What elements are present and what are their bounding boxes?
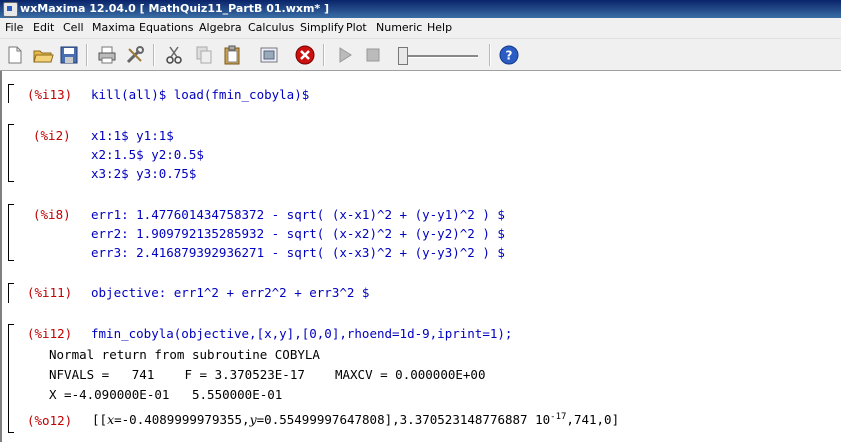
menu-bar: File Edit Cell Maxima Equations Algebra … (0, 18, 841, 39)
input-label: (%i12) (27, 326, 73, 341)
input-line[interactable]: x3:2$ y3:0.75$ (91, 164, 196, 183)
title-bar: wxMaxima 12.04.0 [ MathQuiz11_PartB 01.w… (0, 0, 841, 18)
menu-plot[interactable]: Plot (346, 21, 367, 34)
stop-icon[interactable] (362, 44, 384, 66)
menu-maxima[interactable]: Maxima (92, 21, 135, 34)
interrupt-icon[interactable] (294, 44, 316, 66)
menu-file[interactable]: File (5, 21, 23, 34)
input-label: (%i11) (27, 285, 73, 300)
menu-numeric[interactable]: Numeric (376, 21, 422, 34)
menu-simplify[interactable]: Simplify (300, 21, 344, 34)
input-line[interactable]: err3: 2.416879392936271 - sqrt( (x-x3)^2… (91, 243, 505, 262)
input-line[interactable]: err2: 1.909792135285932 - sqrt( (x-x2)^2… (91, 224, 505, 243)
cell-bracket[interactable] (8, 324, 14, 433)
slider-track (400, 55, 478, 58)
input-line[interactable]: x1:1$ y1:1$ (91, 126, 174, 145)
output-result: [[x=-0.4089999979355,y=0.55499997647808]… (92, 412, 619, 427)
menu-help[interactable]: Help (427, 21, 452, 34)
print-icon[interactable] (96, 44, 118, 66)
window-title: wxMaxima 12.04.0 [ MathQuiz11_PartB 01.w… (20, 2, 330, 15)
input-label: (%i8) (33, 207, 71, 222)
input-label: (%i2) (33, 128, 71, 143)
cell-bracket[interactable] (8, 124, 14, 182)
menu-cell[interactable]: Cell (63, 21, 84, 34)
input-line[interactable]: fmin_cobyla(objective,[x,y],[0,0],rhoend… (91, 324, 512, 343)
worksheet[interactable]: (%i13) kill(all)$ load(fmin_cobyla)$ (%i… (0, 71, 841, 442)
cell-bracket[interactable] (8, 84, 14, 103)
result-y-val: =0.55499997647808],3.370523148776887 10 (256, 412, 551, 428)
toolbar-separator (489, 44, 491, 66)
select-all-icon[interactable] (258, 44, 280, 66)
menu-algebra[interactable]: Algebra (199, 21, 242, 34)
toolbar-separator (323, 44, 325, 66)
result-exponent: -17 (550, 412, 567, 422)
result-tail: ,741,0] (566, 412, 620, 428)
output-text-line: Normal return from subroutine COBYLA (49, 347, 320, 362)
output-text-line: X =-4.090000E-01 5.550000E-01 (49, 387, 283, 402)
toolbar: ? (0, 39, 841, 71)
play-icon[interactable] (334, 44, 356, 66)
menu-calculus[interactable]: Calculus (248, 21, 294, 34)
preferences-icon[interactable] (124, 44, 146, 66)
paste-icon[interactable] (221, 44, 243, 66)
input-line[interactable]: objective: err1^2 + err2^2 + err3^2 $ (91, 283, 369, 302)
input-line[interactable]: err1: 1.477601434758372 - sqrt( (x-x1)^2… (91, 205, 505, 224)
result-x-val: =-0.4089999979355, (114, 412, 250, 428)
slider-thumb[interactable] (398, 47, 408, 65)
menu-edit[interactable]: Edit (33, 21, 54, 34)
cut-icon[interactable] (163, 44, 185, 66)
save-icon[interactable] (58, 44, 80, 66)
input-label: (%i13) (27, 87, 73, 102)
copy-icon[interactable] (193, 44, 215, 66)
cell-bracket[interactable] (8, 283, 14, 303)
cell-bracket[interactable] (8, 204, 14, 261)
output-text-line: NFVALS = 741 F = 3.370523E-17 MAXCV = 0.… (49, 367, 486, 382)
open-folder-icon[interactable] (32, 44, 54, 66)
animation-slider[interactable] (398, 47, 480, 65)
output-label: (%o12) (27, 413, 73, 428)
help-icon[interactable]: ? (498, 44, 520, 66)
svg-text:?: ? (506, 49, 513, 63)
input-line[interactable]: kill(all)$ load(fmin_cobyla)$ (91, 85, 309, 104)
toolbar-separator (86, 44, 88, 66)
result-y-var: y (249, 412, 257, 428)
input-line[interactable]: x2:1.5$ y2:0.5$ (91, 145, 204, 164)
result-open: [[ (92, 412, 108, 428)
wxmaxima-app-icon (3, 2, 18, 17)
new-document-icon[interactable] (4, 44, 26, 66)
menu-equations[interactable]: Equations (139, 21, 193, 34)
toolbar-separator (153, 44, 155, 66)
